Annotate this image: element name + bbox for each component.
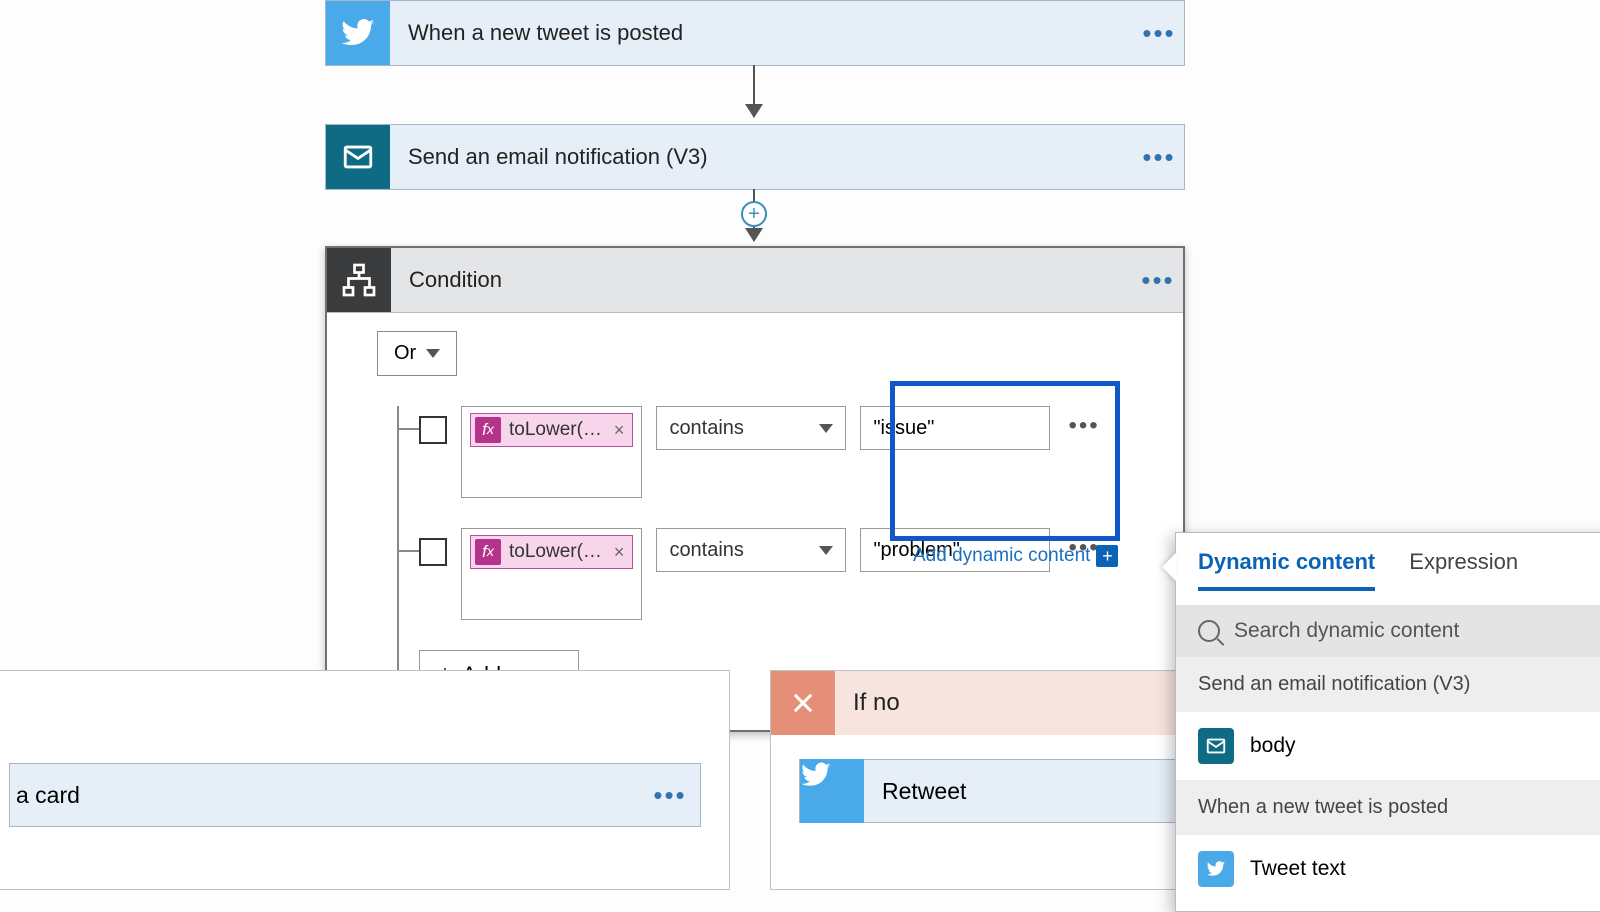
branch-no-title: If no bbox=[835, 689, 900, 717]
remove-token-button[interactable]: × bbox=[610, 542, 625, 563]
condition-row: fx toLower(… × contains ••• bbox=[377, 528, 1157, 620]
row-checkbox[interactable] bbox=[419, 416, 447, 444]
action-card-email[interactable]: Send an email notification (V3) ••• bbox=[325, 124, 1185, 190]
operator-dropdown[interactable]: contains bbox=[656, 528, 846, 572]
plus-badge-icon: + bbox=[1096, 545, 1118, 567]
branch-action-card[interactable]: a card ••• bbox=[9, 763, 701, 827]
remove-token-button[interactable]: × bbox=[610, 420, 625, 441]
branch-action-title: a card bbox=[10, 782, 640, 809]
operator-dropdown[interactable]: contains bbox=[656, 406, 846, 450]
condition-title: Condition bbox=[391, 267, 1133, 293]
insert-step-button[interactable]: + bbox=[741, 201, 767, 227]
flow-canvas[interactable]: When a new tweet is posted ••• Send an e… bbox=[0, 0, 1600, 900]
dc-item-label: body bbox=[1250, 734, 1296, 758]
card-menu-button[interactable]: ••• bbox=[1134, 142, 1184, 173]
search-icon bbox=[1198, 620, 1220, 642]
add-dynamic-content-label: Add dynamic content bbox=[913, 545, 1090, 567]
chevron-down-icon bbox=[426, 349, 440, 358]
condition-card: Condition ••• Or fx toLower(… × bbox=[325, 246, 1185, 732]
twitter-icon bbox=[326, 1, 390, 65]
trigger-title: When a new tweet is posted bbox=[390, 20, 1134, 46]
email-icon bbox=[1198, 728, 1234, 764]
connector-arrow bbox=[753, 65, 755, 117]
action-title: Send an email notification (V3) bbox=[390, 144, 1134, 170]
value-input[interactable] bbox=[860, 406, 1050, 450]
token-text: toLower(… bbox=[509, 419, 602, 441]
dc-item-body[interactable]: body bbox=[1176, 712, 1600, 780]
condition-row: fx toLower(… × contains ••• bbox=[377, 406, 1157, 498]
tab-expression[interactable]: Expression bbox=[1409, 549, 1518, 591]
if-yes-branch: a card ••• bbox=[0, 670, 730, 890]
group-operator-dropdown[interactable]: Or bbox=[377, 331, 457, 376]
dc-item-label: Tweet text bbox=[1250, 857, 1346, 881]
chevron-down-icon bbox=[819, 424, 833, 433]
left-operand-box[interactable]: fx toLower(… × bbox=[461, 528, 642, 620]
tab-dynamic-content[interactable]: Dynamic content bbox=[1198, 549, 1375, 591]
condition-icon bbox=[327, 248, 391, 312]
operator-label: contains bbox=[669, 539, 744, 562]
card-menu-button[interactable]: ••• bbox=[640, 780, 700, 811]
close-icon bbox=[771, 671, 835, 735]
card-menu-button[interactable]: ••• bbox=[1133, 265, 1183, 296]
search-dynamic-content[interactable]: Search dynamic content bbox=[1176, 605, 1600, 657]
token-text: toLower(… bbox=[509, 541, 602, 563]
chevron-down-icon bbox=[819, 546, 833, 555]
expression-token[interactable]: fx toLower(… × bbox=[470, 413, 633, 447]
dc-group-header: When a new tweet is posted bbox=[1176, 780, 1600, 835]
row-checkbox[interactable] bbox=[419, 538, 447, 566]
add-dynamic-content-link[interactable]: Add dynamic content + bbox=[913, 545, 1118, 567]
expression-token[interactable]: fx toLower(… × bbox=[470, 535, 633, 569]
dynamic-content-popout: Dynamic content Expression Search dynami… bbox=[1175, 532, 1600, 912]
group-operator-label: Or bbox=[394, 342, 416, 365]
card-menu-button[interactable]: ••• bbox=[1134, 18, 1184, 49]
row-menu-button[interactable]: ••• bbox=[1064, 406, 1103, 440]
twitter-icon bbox=[1198, 851, 1234, 887]
fx-icon: fx bbox=[475, 417, 501, 443]
twitter-icon bbox=[800, 759, 864, 823]
fx-icon: fx bbox=[475, 539, 501, 565]
condition-header[interactable]: Condition ••• bbox=[327, 248, 1183, 313]
dc-item-tweet-text[interactable]: Tweet text bbox=[1176, 835, 1600, 903]
dc-group-header: Send an email notification (V3) bbox=[1176, 657, 1600, 712]
operator-label: contains bbox=[669, 417, 744, 440]
left-operand-box[interactable]: fx toLower(… × bbox=[461, 406, 642, 498]
search-placeholder: Search dynamic content bbox=[1234, 619, 1459, 643]
email-icon bbox=[326, 125, 390, 189]
trigger-card[interactable]: When a new tweet is posted ••• bbox=[325, 0, 1185, 66]
